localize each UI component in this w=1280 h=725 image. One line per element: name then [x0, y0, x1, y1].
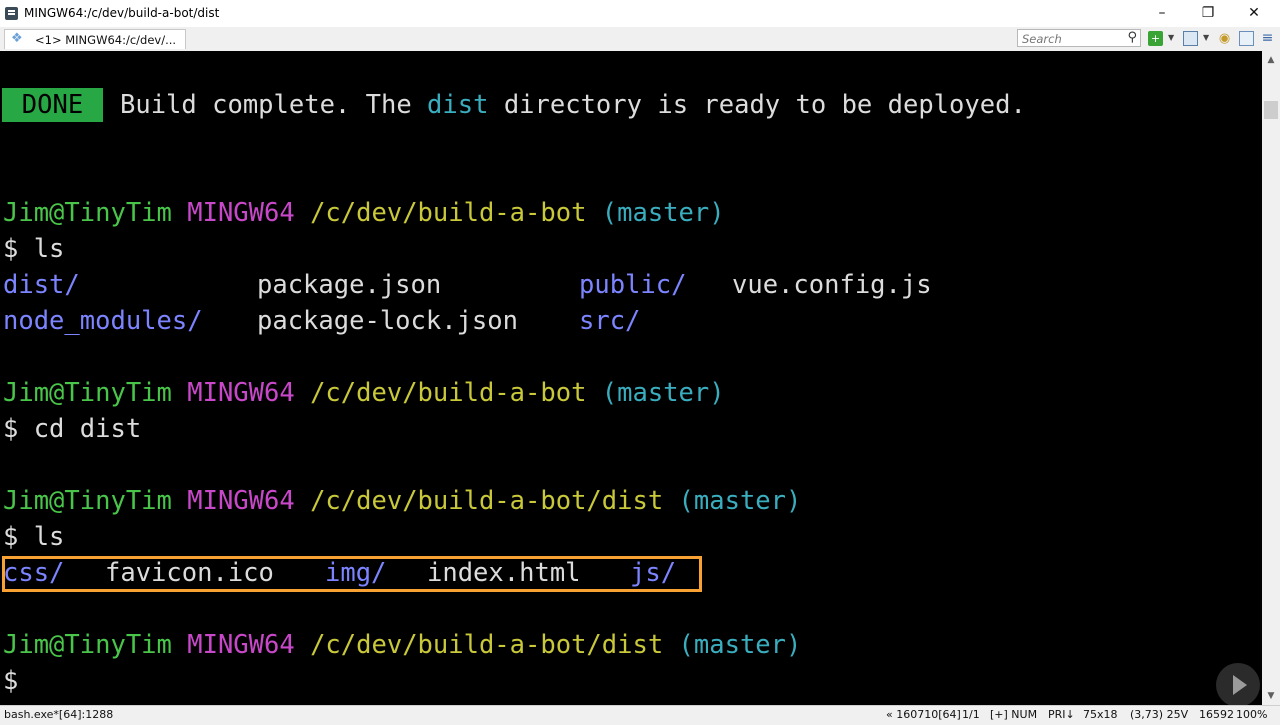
search-icon: ⚲: [1127, 30, 1137, 45]
build-complete-message: Build complete. The dist directory is re…: [120, 88, 1026, 122]
search-input[interactable]: Search ⚲: [1017, 29, 1141, 47]
command-line: $: [3, 666, 19, 696]
ls-entry-file: index.html: [427, 558, 581, 588]
status-numlock: [+] NUM: [990, 708, 1038, 721]
prompt-branch: (master): [678, 486, 802, 516]
prompt-user: Jim@TinyTim: [3, 378, 172, 408]
prompt-line: Jim@TinyTim MINGW64 /c/dev/build-a-bot (…: [3, 376, 725, 410]
status-console-index: 1/1: [962, 708, 980, 721]
prompt-line: Jim@TinyTim MINGW64 /c/dev/build-a-bot (…: [3, 196, 725, 230]
build-msg-start: Build complete. The: [120, 90, 428, 120]
ls-entry-dir: css/: [3, 558, 65, 588]
status-priority: PRI↓: [1048, 708, 1075, 721]
title-bar: MINGW64:/c/dev/build-a-bot/dist – ❐ ✕: [0, 0, 1280, 27]
done-badge: DONE: [2, 88, 103, 122]
prompt-line: Jim@TinyTim MINGW64 /c/dev/build-a-bot/d…: [3, 484, 801, 518]
scroll-down-icon[interactable]: ▼: [1262, 687, 1280, 705]
ls-entry-file: package.json: [257, 270, 442, 300]
ls-entry-file: favicon.ico: [105, 558, 274, 588]
status-zoom: 100%: [1236, 708, 1268, 721]
build-msg-dist: dist: [427, 90, 489, 120]
prompt-path: /c/dev/build-a-bot: [310, 378, 587, 408]
vertical-scrollbar[interactable]: ▲ ▼: [1262, 51, 1280, 705]
ls-entry-file: vue.config.js: [732, 270, 932, 300]
prompt-user: Jim@TinyTim: [3, 630, 172, 660]
new-console-icon[interactable]: +: [1148, 31, 1163, 46]
terminal-console[interactable]: DONE Build complete. The dist directory …: [0, 51, 1262, 705]
status-buffer: « 160710[64]: [886, 708, 961, 721]
ls-entry-dir: js/: [630, 558, 677, 588]
prompt-branch: (master): [601, 198, 725, 228]
status-pid: 16592: [1199, 708, 1234, 721]
prompt-path: /c/dev/build-a-bot/dist: [310, 486, 664, 516]
minimize-button[interactable]: –: [1140, 2, 1184, 24]
prompt-path: /c/dev/build-a-bot/dist: [310, 630, 664, 660]
prompt-shell: MINGW64: [187, 630, 295, 660]
split-view-icon[interactable]: [1183, 31, 1198, 46]
status-size: 75x18: [1083, 708, 1118, 721]
close-button[interactable]: ✕: [1232, 2, 1276, 24]
prompt-user: Jim@TinyTim: [3, 198, 172, 228]
maximize-button[interactable]: ❐: [1186, 2, 1230, 24]
new-console-dropdown-icon[interactable]: ▼: [1168, 33, 1174, 42]
console-tab-label: <1> MINGW64:/c/dev/...: [35, 33, 177, 47]
build-msg-end: directory is ready to be deployed.: [488, 90, 1026, 120]
split-dropdown-icon[interactable]: ▼: [1203, 33, 1209, 42]
status-bar: bash.exe*[64]:1288 « 160710[64] 1/1 [+] …: [0, 705, 1280, 725]
prompt-shell: MINGW64: [187, 486, 295, 516]
ls-entry-file: package-lock.json: [257, 306, 518, 336]
lock-icon[interactable]: ◉: [1217, 31, 1232, 46]
tab-toolbar: ❖ <1> MINGW64:/c/dev/... Search ⚲ + ▼ ▼ …: [0, 27, 1280, 52]
search-placeholder: Search: [1022, 32, 1062, 46]
panel-icon[interactable]: [1239, 31, 1254, 46]
prompt-branch: (master): [601, 378, 725, 408]
console-tab[interactable]: ❖ <1> MINGW64:/c/dev/...: [4, 29, 186, 49]
scroll-up-icon[interactable]: ▲: [1262, 51, 1280, 69]
ls-entry-dir: public/: [579, 270, 687, 300]
console-tab-icon: ❖: [11, 31, 23, 46]
prompt-shell: MINGW64: [187, 198, 295, 228]
status-cursor: (3,73) 25V: [1130, 708, 1189, 721]
play-icon[interactable]: [1216, 663, 1260, 705]
ls-entry-dir: img/: [325, 558, 387, 588]
command-line: $ ls: [3, 234, 65, 264]
ls-entry-dir: src/: [579, 306, 641, 336]
prompt-user: Jim@TinyTim: [3, 486, 172, 516]
prompt-branch: (master): [678, 630, 802, 660]
status-process: bash.exe*[64]:1288: [4, 708, 114, 721]
ls-entry-dir: dist/: [3, 270, 80, 300]
prompt-shell: MINGW64: [187, 378, 295, 408]
window-title: MINGW64:/c/dev/build-a-bot/dist: [24, 6, 220, 20]
terminal-app-icon: [5, 7, 18, 20]
command-line: $ ls: [3, 522, 65, 552]
prompt-path: /c/dev/build-a-bot: [310, 198, 587, 228]
scroll-thumb[interactable]: [1264, 101, 1278, 119]
ls-entry-dir: node_modules/: [3, 306, 203, 336]
prompt-line: Jim@TinyTim MINGW64 /c/dev/build-a-bot/d…: [3, 628, 801, 662]
command-line: $ cd dist: [3, 414, 142, 444]
menu-icon[interactable]: ≡: [1260, 31, 1275, 46]
